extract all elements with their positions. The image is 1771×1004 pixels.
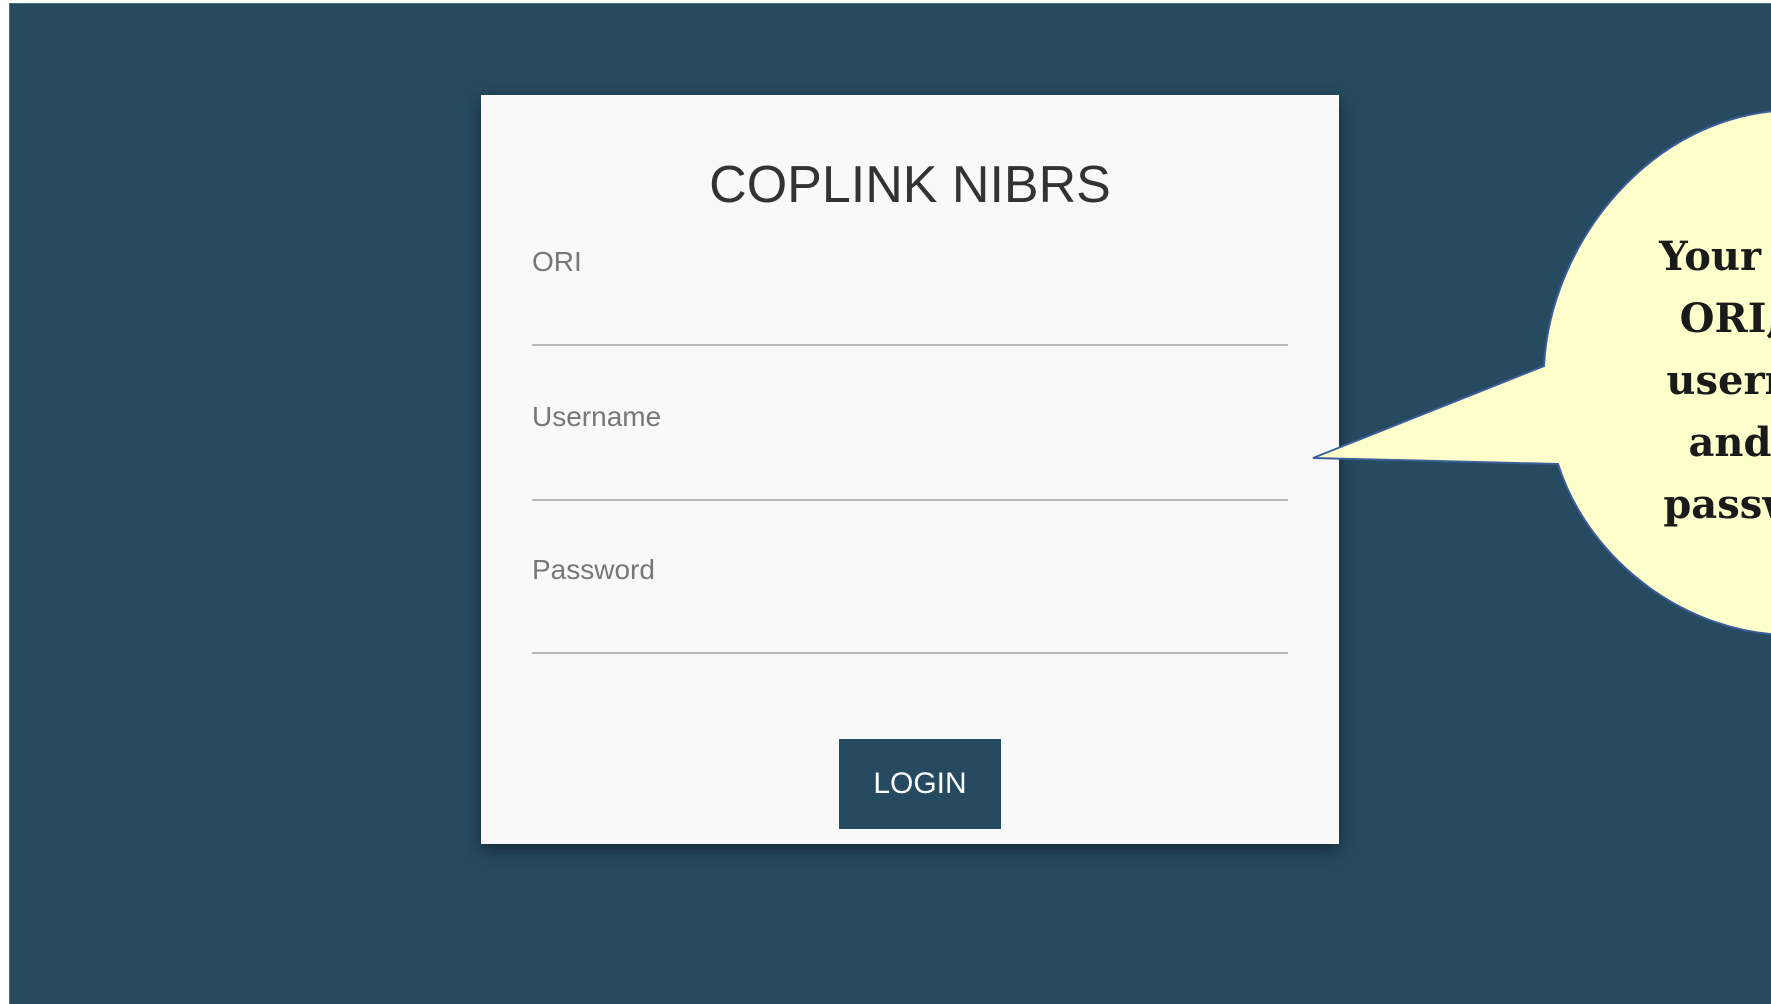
- ori-field: ORI: [532, 246, 1288, 346]
- ori-label: ORI: [532, 246, 582, 277]
- app-background: COPLINK NIBRS ORI Username Password LOGI…: [9, 3, 1771, 1004]
- login-card: COPLINK NIBRS ORI Username Password LOGI…: [481, 95, 1339, 844]
- username-input[interactable]: [532, 449, 1288, 501]
- username-label: Username: [532, 401, 662, 432]
- password-input[interactable]: [532, 602, 1288, 654]
- ori-input[interactable]: [532, 294, 1288, 346]
- password-field: Password: [532, 554, 1288, 654]
- callout-text: Your a ORI, usern and passw: [1659, 233, 1771, 528]
- login-title: COPLINK NIBRS: [709, 156, 1111, 214]
- username-field: Username: [532, 401, 1288, 501]
- login-button[interactable]: LOGIN: [839, 739, 1001, 829]
- password-label: Password: [532, 554, 655, 585]
